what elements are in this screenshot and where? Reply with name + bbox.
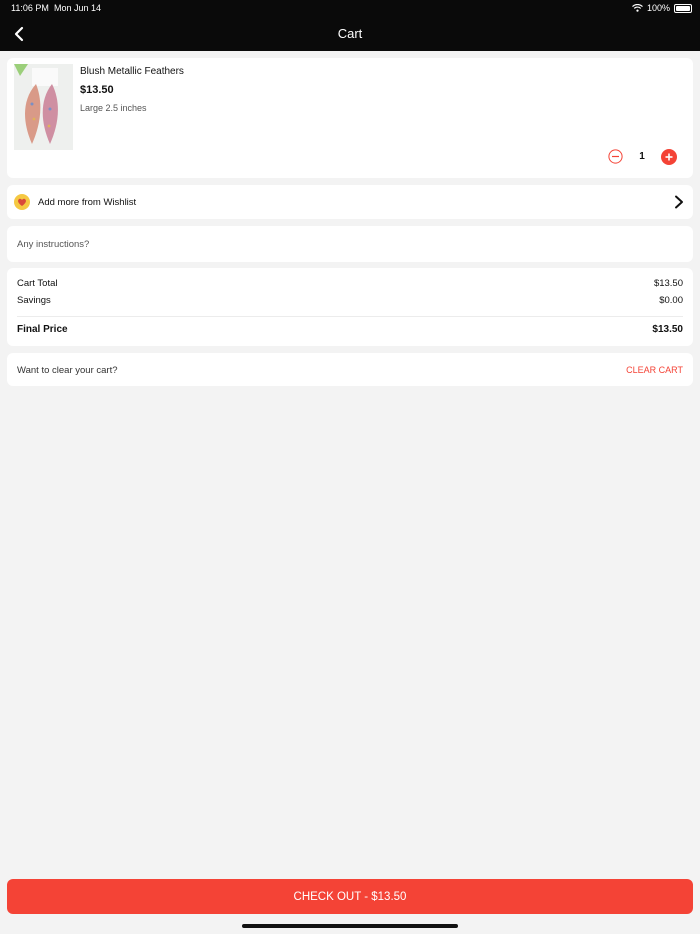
instructions-input[interactable] [17,235,677,253]
status-indicators: 100% [632,3,692,13]
product-variant: Large 2.5 inches [80,103,147,113]
savings-value: $0.00 [659,295,683,306]
clear-cart-button[interactable]: CLEAR CART [626,365,683,375]
cart-total-label: Cart Total [17,278,58,289]
product-image[interactable] [14,64,73,150]
wishlist-label: Add more from Wishlist [38,197,137,208]
final-price-row: Final Price $13.50 [17,324,683,335]
product-name[interactable]: Blush Metallic Feathers [80,66,184,77]
cart-item-card: Blush Metallic Feathers $13.50 Large 2.5… [7,58,693,178]
status-date: Mon Jun 14 [54,3,102,13]
product-price: $13.50 [80,84,114,96]
clear-cart-card: Want to clear your cart? CLEAR CART [7,353,693,386]
final-price-label: Final Price [17,324,68,335]
cart-total-row: Cart Total $13.50 [17,278,683,289]
checkout-button[interactable]: CHECK OUT - $13.50 [7,879,693,914]
wishlist-row[interactable]: Add more from Wishlist [7,185,693,219]
home-indicator [242,924,458,928]
battery-percent: 100% [646,3,670,13]
heart-icon [14,194,30,210]
earring-image [14,64,73,150]
plus-circle-icon [661,149,677,165]
quantity-value: 1 [639,151,645,162]
chevron-right-icon [673,195,685,209]
app-header: 11:06 PM Mon Jun 14 100% Cart [0,0,700,51]
instructions-card [7,226,693,262]
cart-total-value: $13.50 [653,278,683,289]
increase-quantity-button[interactable] [661,149,677,165]
decrease-quantity-button[interactable] [608,149,623,164]
final-price-value: $13.50 [652,324,683,335]
wifi-icon [632,4,643,12]
battery-icon [674,3,692,13]
clear-cart-prompt: Want to clear your cart? [17,365,118,376]
totals-card: Cart Total $13.50 Savings $0.00 Final Pr… [7,268,693,346]
minus-circle-icon [608,149,623,164]
page-title: Cart [337,26,363,41]
savings-label: Savings [17,295,51,306]
savings-row: Savings $0.00 [17,295,683,306]
status-time: 11:06 PM [11,3,49,13]
divider [17,316,683,317]
